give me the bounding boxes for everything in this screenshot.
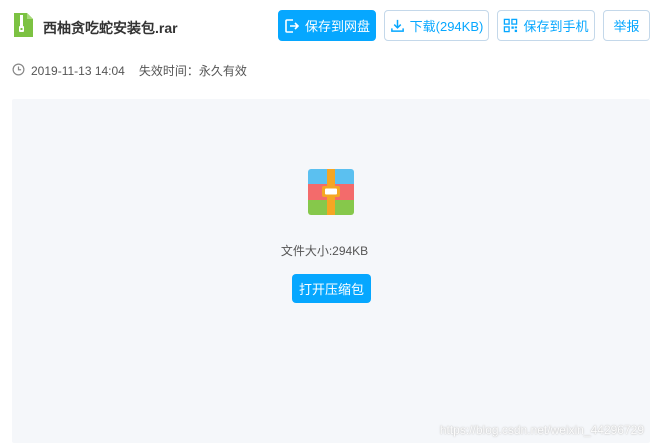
save-to-phone-label: 保存到手机 [523,19,589,34]
save-to-phone-button[interactable]: 保存到手机 [497,10,595,41]
qr-code-icon [503,18,518,33]
file-name: 西柚贪吃蛇安装包.rar [43,20,178,36]
file-preview: 文件大小:294KB 打开压缩包 https://blog.csdn.net/w… [12,99,650,443]
download-label: 下载(294KB) [409,19,484,34]
share-header: 西柚贪吃蛇安装包.rar 保存到网盘 下载(294KB) 保存到手机 举报 20… [0,0,650,90]
report-label: 举报 [613,19,640,34]
zip-file-icon [13,13,33,37]
report-button[interactable]: 举报 [603,10,650,41]
download-icon [390,18,405,33]
download-button[interactable]: 下载(294KB) [384,10,489,41]
share-date: 2019-11-13 14:04 [31,63,125,78]
save-to-disk-icon [284,18,300,34]
save-to-disk-label: 保存到网盘 [304,19,370,34]
open-archive-button[interactable]: 打开压缩包 [292,274,371,303]
file-size-label: 文件大小:294KB [280,244,369,258]
file-size: 文件大小:294KB [12,242,650,259]
watermark: https://blog.csdn.net/weixin_44296729 [439,423,644,437]
file-meta: 2019-11-13 14:04 失效时间：永久有效 [12,62,247,79]
expiry-text: 失效时间：永久有效 [138,64,247,78]
archive-icon [308,169,354,215]
save-to-disk-button[interactable]: 保存到网盘 [278,10,376,41]
clock-icon [12,63,25,79]
